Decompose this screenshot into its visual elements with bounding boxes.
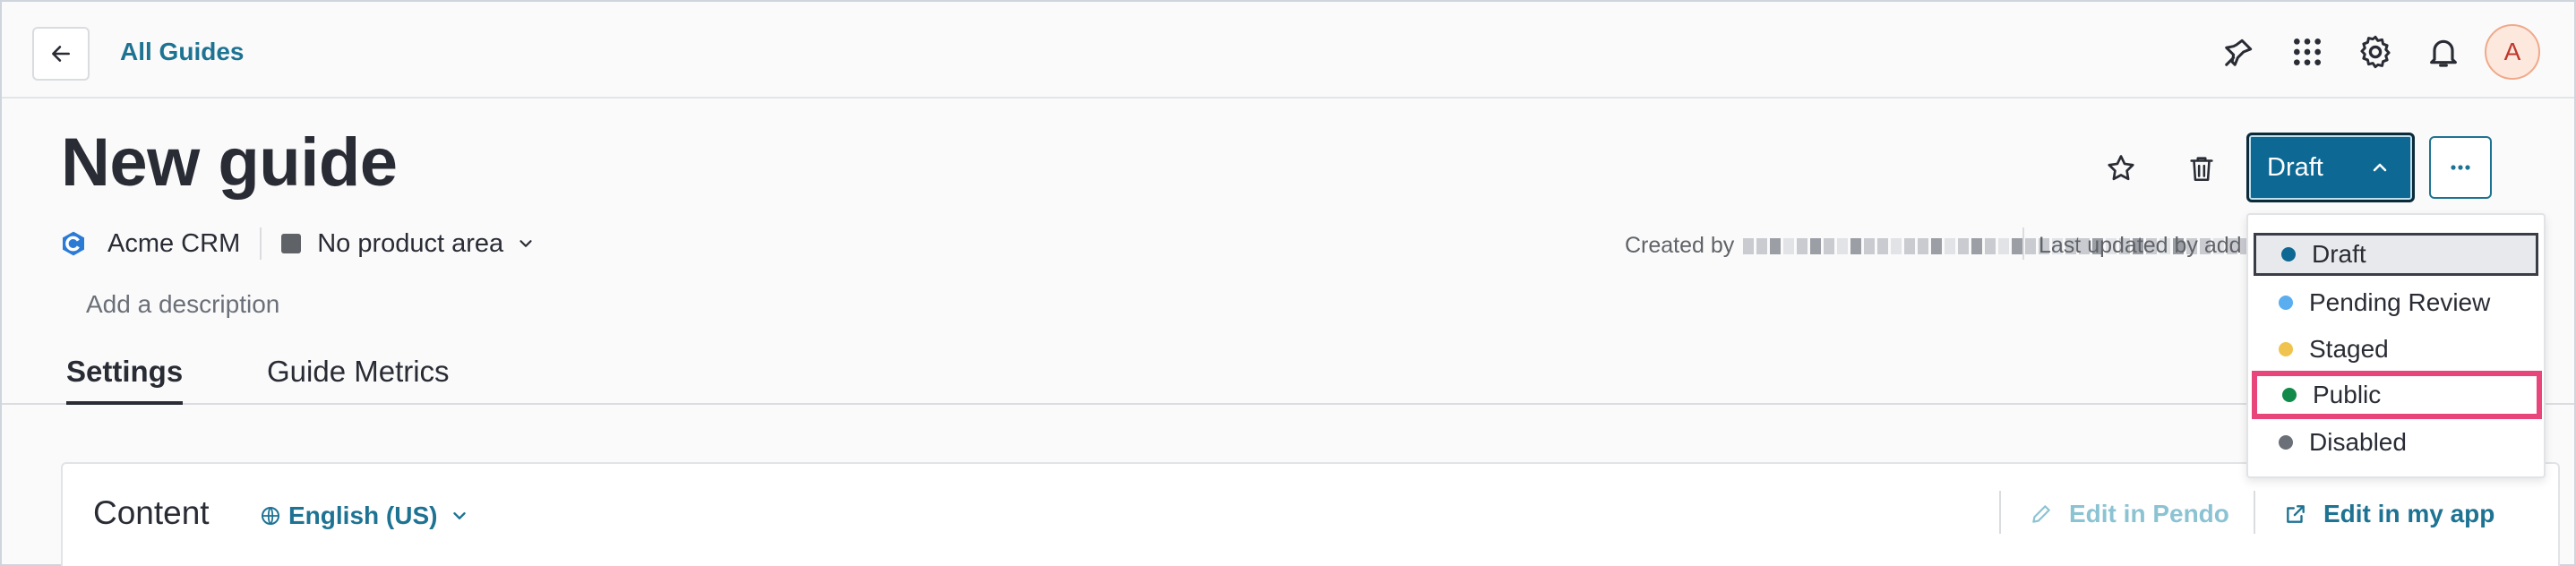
status-button-label: Draft — [2267, 152, 2323, 182]
status-option-disabled[interactable]: Disabled — [2254, 421, 2538, 464]
status-dot-icon — [2282, 388, 2297, 402]
status-option-label: Disabled — [2309, 428, 2407, 456]
meta-divider — [260, 227, 262, 260]
status-option-public[interactable]: Public — [2252, 371, 2542, 419]
delete-button[interactable] — [2178, 145, 2225, 192]
more-horizontal-icon — [2451, 165, 2470, 170]
guide-meta-row: Acme CRM No product area — [59, 227, 536, 260]
apps-grid-icon[interactable] — [2279, 23, 2336, 81]
status-dot-icon — [2279, 342, 2293, 356]
description-field[interactable]: Add a description — [86, 290, 279, 319]
toolbar-divider — [1999, 491, 2001, 534]
tab-settings[interactable]: Settings — [66, 355, 184, 405]
edit-in-pendo-label: Edit in Pendo — [2069, 500, 2229, 527]
pencil-icon — [2032, 505, 2050, 523]
meta-divider — [2022, 227, 2024, 260]
status-option-label: Draft — [2312, 240, 2366, 268]
status-dot-icon — [2281, 247, 2296, 262]
status-option-label: Public — [2313, 381, 2382, 408]
breadcrumb-all-guides[interactable]: All Guides — [120, 38, 244, 66]
external-link-icon — [2287, 505, 2305, 523]
status-button[interactable]: Draft — [2246, 133, 2415, 202]
edit-in-pendo-button[interactable]: Edit in Pendo — [2030, 500, 2229, 528]
top-right-toolbar: A — [2200, 23, 2540, 81]
created-by-label: Created by — [1625, 233, 1735, 258]
settings-gear-icon[interactable] — [2347, 23, 2404, 81]
last-updated: Last updated by add — [2039, 233, 2242, 258]
language-select[interactable]: English (US) — [260, 502, 477, 530]
more-options-button[interactable] — [2429, 136, 2492, 199]
status-option-label: Staged — [2309, 335, 2389, 363]
chevron-down-icon — [453, 512, 467, 519]
announcement-icon[interactable] — [2211, 23, 2268, 81]
edit-in-my-app-button[interactable]: Edit in my app — [2284, 500, 2494, 528]
star-icon — [2108, 155, 2134, 181]
status-dot-icon — [2279, 296, 2293, 310]
chevron-up-icon — [2373, 163, 2387, 172]
favorite-button[interactable] — [2098, 145, 2144, 192]
app-name[interactable]: Acme CRM — [107, 229, 240, 259]
status-option-staged[interactable]: Staged — [2254, 328, 2538, 371]
arrow-left-icon — [52, 46, 70, 62]
product-area-color-icon — [281, 234, 302, 253]
status-option-draft[interactable]: Draft — [2254, 233, 2538, 276]
page-title[interactable]: New guide — [61, 124, 398, 202]
content-section-title: Content — [93, 494, 210, 531]
app-logo-icon — [63, 231, 84, 256]
status-option-pending-review[interactable]: Pending Review — [2254, 281, 2538, 324]
status-dot-icon — [2279, 435, 2293, 450]
status-dropdown-menu: Draft Pending Review Staged Public Disab… — [2246, 213, 2546, 478]
edit-in-my-app-label: Edit in my app — [2323, 500, 2495, 527]
trash-icon — [2190, 157, 2213, 182]
chevron-down-icon[interactable] — [516, 234, 536, 253]
status-option-label: Pending Review — [2309, 288, 2491, 316]
notification-bell-icon[interactable] — [2415, 23, 2472, 81]
globe-icon — [262, 507, 279, 525]
user-avatar[interactable]: A — [2485, 24, 2540, 80]
tab-bar: Settings Guide Metrics — [2, 346, 2574, 405]
language-label: English (US) — [288, 502, 438, 529]
back-button[interactable] — [32, 27, 90, 81]
tab-guide-metrics[interactable]: Guide Metrics — [267, 355, 450, 401]
content-section: Content English (US) Edit in Pendo Edit … — [61, 462, 2560, 566]
toolbar-divider — [2254, 491, 2255, 534]
product-area-select[interactable]: No product area — [317, 229, 503, 259]
top-bar: All Guides A — [2, 2, 2574, 99]
